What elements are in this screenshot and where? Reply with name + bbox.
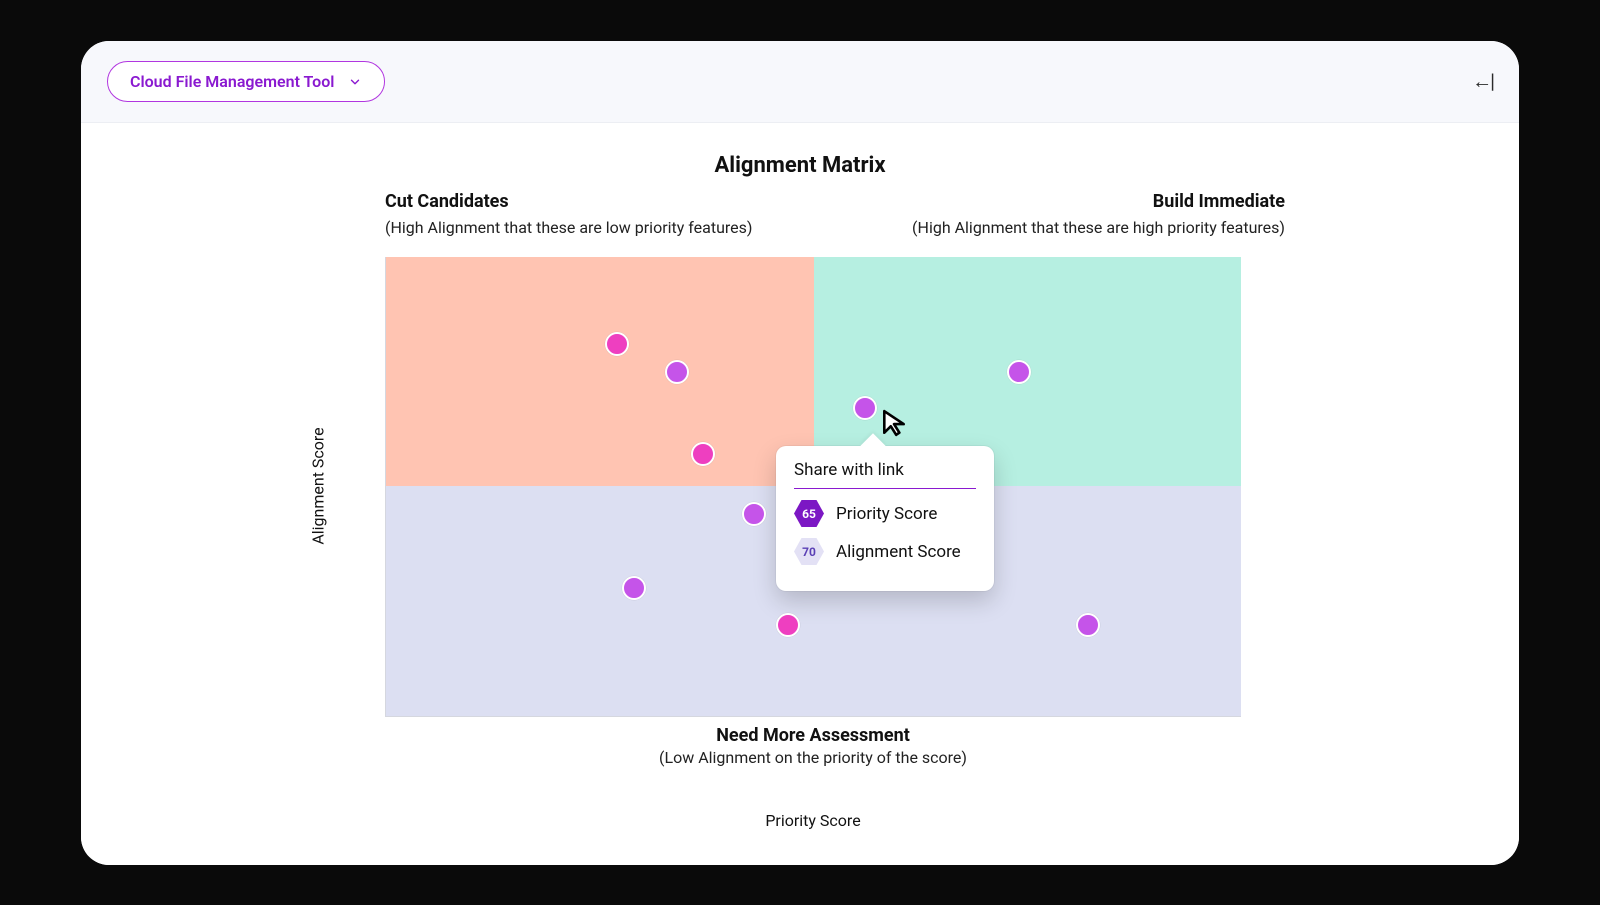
quadrant-subtitle: (Low Alignment on the priority of the sc… bbox=[385, 748, 1241, 767]
quadrant-header-build-immediate: Build Immediate (High Alignment that the… bbox=[871, 191, 1285, 237]
quadrant-subtitle: (High Alignment that these are high prio… bbox=[871, 218, 1285, 237]
chevron-down-icon bbox=[348, 74, 362, 88]
chart-stage: Alignment Matrix Cut Candidates (High Al… bbox=[81, 123, 1519, 865]
quadrant-title: Need More Assessment bbox=[385, 725, 1241, 746]
data-point[interactable] bbox=[665, 360, 689, 384]
collapse-panel-icon[interactable]: ←| bbox=[1472, 69, 1493, 94]
quadrant-subtitle: (High Alignment that these are low prior… bbox=[385, 218, 799, 237]
project-selector[interactable]: Cloud File Management Tool bbox=[107, 61, 385, 102]
quadrant-title: Cut Candidates bbox=[385, 191, 799, 212]
quadrant-cut-candidates bbox=[386, 257, 814, 487]
datapoint-tooltip: Share with link 65 Priority Score 70 Alignm… bbox=[776, 446, 994, 591]
tooltip-row-label: Alignment Score bbox=[836, 542, 961, 562]
data-point[interactable] bbox=[691, 442, 715, 466]
data-point[interactable] bbox=[622, 576, 646, 600]
tooltip-row: 70 Alignment Score bbox=[794, 537, 976, 567]
quadrant-bottom-header: Need More Assessment (Low Alignment on t… bbox=[385, 725, 1241, 767]
topbar: Cloud File Management Tool ←| bbox=[81, 41, 1519, 123]
x-axis-label: Priority Score bbox=[385, 811, 1241, 830]
y-axis-label: Alignment Score bbox=[309, 427, 328, 544]
data-point[interactable] bbox=[605, 332, 629, 356]
tooltip-title: Share with link bbox=[794, 460, 976, 489]
data-point[interactable] bbox=[853, 396, 877, 420]
quadrant-wrap: Cut Candidates (High Alignment that thes… bbox=[325, 191, 1285, 830]
quadrant-top-headers: Cut Candidates (High Alignment that thes… bbox=[385, 191, 1285, 237]
tooltip-row-label: Priority Score bbox=[836, 504, 937, 524]
project-selector-label: Cloud File Management Tool bbox=[130, 72, 334, 91]
quadrant-title: Build Immediate bbox=[871, 191, 1285, 212]
chart-title: Alignment Matrix bbox=[81, 153, 1519, 178]
data-point[interactable] bbox=[1076, 613, 1100, 637]
score-hex-badge: 70 bbox=[794, 537, 824, 567]
cursor-icon bbox=[881, 409, 907, 437]
data-point[interactable] bbox=[776, 613, 800, 637]
data-point[interactable] bbox=[742, 502, 766, 526]
data-point[interactable] bbox=[1007, 360, 1031, 384]
quadrant-header-cut-candidates: Cut Candidates (High Alignment that thes… bbox=[385, 191, 799, 237]
scatter-plot[interactable]: Alignment Score Share with link 65 Priori… bbox=[385, 257, 1241, 717]
tooltip-row: 65 Priority Score bbox=[794, 499, 976, 529]
app-window: Cloud File Management Tool ←| Alignment … bbox=[81, 41, 1519, 865]
score-hex-badge: 65 bbox=[794, 499, 824, 529]
